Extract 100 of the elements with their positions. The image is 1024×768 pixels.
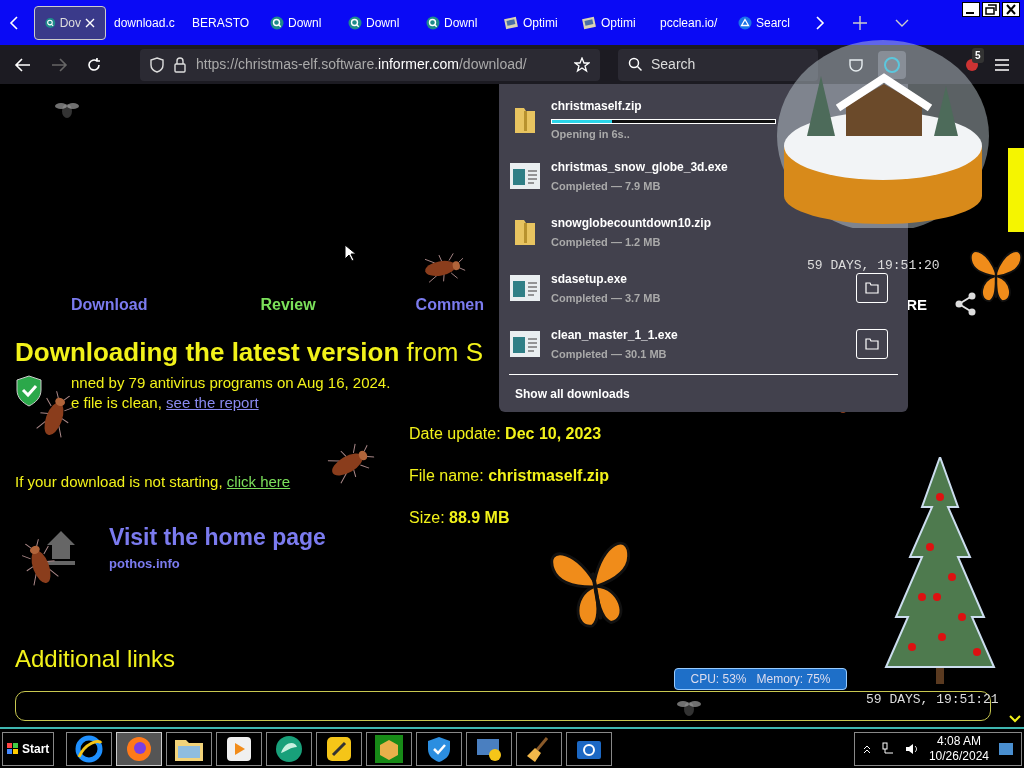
clock-time: 4:08 AM [936,733,981,749]
chevron-right-icon[interactable] [814,14,826,31]
taskbar-button[interactable] [516,731,563,766]
application-window-icon [510,331,540,357]
file-name[interactable]: christmas_snow_globe_3d.exe [551,157,728,176]
search-icon [628,57,643,72]
show-all-downloads-link[interactable]: Show all downloads [509,385,898,403]
tab-title: BERASTO [192,14,250,32]
taskbar-button[interactable] [116,731,163,766]
file-detail: Size: 88.9 MB [409,508,511,528]
taskbar-button[interactable] [216,731,263,766]
browser-tab[interactable]: pcclean.io/ [654,5,730,40]
network-icon[interactable] [880,741,895,756]
taskbar-button[interactable] [416,731,463,766]
folder-icon [865,282,879,294]
home-site-text: pothos.info [109,555,181,573]
taskbar-button[interactable] [566,731,613,766]
application-window-icon [510,275,540,301]
folder-icon [865,338,879,350]
picture-icon [504,15,519,30]
countdown-clock: 59 DAYS, 19:51:21 [866,691,999,709]
browser-tab[interactable]: Downl [420,5,496,40]
nav-link[interactable]: Review [260,293,316,317]
tab-title: Searcl [756,14,790,32]
download-status: Completed — 1.2 MB [551,234,661,250]
taskbar-button[interactable] [466,731,513,766]
taskbar-button[interactable] [166,731,213,766]
download-status: Completed — 7.9 MB [551,178,661,194]
tab-title: Downl [366,14,400,32]
browser-tab[interactable]: Optimi [498,5,574,40]
back-arrow-icon[interactable] [14,56,32,73]
file-name[interactable]: christmaself.zip [551,97,642,116]
scan-result-text: nned by 79 antivirus programs on Aug 16, 2024. [71,373,391,393]
tab-title: Downl [288,14,322,32]
browser-tab[interactable]: Optimi [576,5,652,40]
file-name[interactable]: snowglobecountdown10.zip [551,213,711,232]
clock-date: 10/26/2024 [928,748,989,764]
taskbar-button[interactable] [66,731,113,766]
file-name[interactable]: sdasetup.exe [551,269,628,288]
tab-title: Optimi [601,14,636,32]
plus-icon[interactable] [852,14,868,31]
picture-icon [582,15,597,30]
tab-title: Dov [59,14,81,32]
pocket-icon[interactable] [848,56,864,73]
report-link[interactable]: see the report [166,393,259,413]
browser-tab[interactable]: Downl [342,5,418,40]
speaker-icon[interactable] [904,741,919,756]
search-field[interactable]: Search [618,48,818,81]
downloads-progress-icon[interactable] [878,50,906,79]
show-desktop-icon[interactable] [999,742,1013,755]
reload-icon[interactable] [86,56,102,73]
menu-icon[interactable] [994,57,1010,72]
taskbar-button[interactable] [366,731,413,766]
download-status: Completed — 30.1 MB [551,346,667,362]
file-detail: File name: christmaself.zip [409,466,610,486]
browser-tab[interactable]: Dov [34,5,106,40]
cpu-memory-meter: CPU: 53% Memory: 75% [674,668,847,690]
download-hint-text: If your download is not starting, [15,472,223,492]
play-icon [225,734,254,763]
application-window-icon [510,163,540,189]
package-icon [375,734,404,763]
chevron-down-icon[interactable] [1009,715,1021,723]
share-icon[interactable] [955,292,977,316]
home-page-link[interactable]: Visit the home page [109,519,326,554]
chevron-up-icon[interactable] [862,743,871,754]
leaf-globe-icon [275,734,304,763]
click-here-link[interactable]: click here [226,471,291,494]
browser-tab[interactable]: BERASTO [186,5,262,40]
browser-tab[interactable]: Searcl [732,5,808,40]
browser-tab[interactable]: Downl [264,5,340,40]
countdown-clock: 59 DAYS, 19:51:20 [807,257,940,275]
restore-icon[interactable] [982,2,1000,17]
open-folder-button[interactable] [856,329,888,359]
open-folder-button[interactable] [856,273,888,303]
start-button[interactable]: Start [2,731,55,766]
search-icon [348,15,362,30]
windows-logo-icon [7,742,19,755]
search-icon [270,15,284,30]
tools-icon [325,734,354,763]
taskbar-button[interactable] [316,731,363,766]
cursor-icon [344,244,356,262]
download-status: Opening in 6s.. [551,127,630,143]
close-icon[interactable] [1002,2,1020,17]
page-heading: Downloading the latest version from S [15,336,484,369]
nav-link[interactable]: Commen [415,293,485,317]
tab-title: Optimi [523,14,558,32]
minimize-icon[interactable] [962,2,980,17]
taskbar-button[interactable] [266,731,313,766]
chevron-left-icon[interactable] [8,14,20,31]
browser-tab[interactable]: download.c [108,5,184,40]
tab-title: download.c [114,14,175,32]
section-heading: Additional links [15,643,177,674]
file-name[interactable]: clean_master_1_1.exe [551,325,678,344]
star-icon[interactable] [574,56,590,73]
download-status: Completed — 3.7 MB [551,290,661,306]
lock-icon [174,56,186,73]
forward-arrow-icon[interactable] [50,56,68,73]
notification-badge: 5 [972,47,984,63]
address-field[interactable]: https://christmas-elf.software.informer.com/download/ [140,48,600,81]
nav-link[interactable]: Download [71,293,148,317]
